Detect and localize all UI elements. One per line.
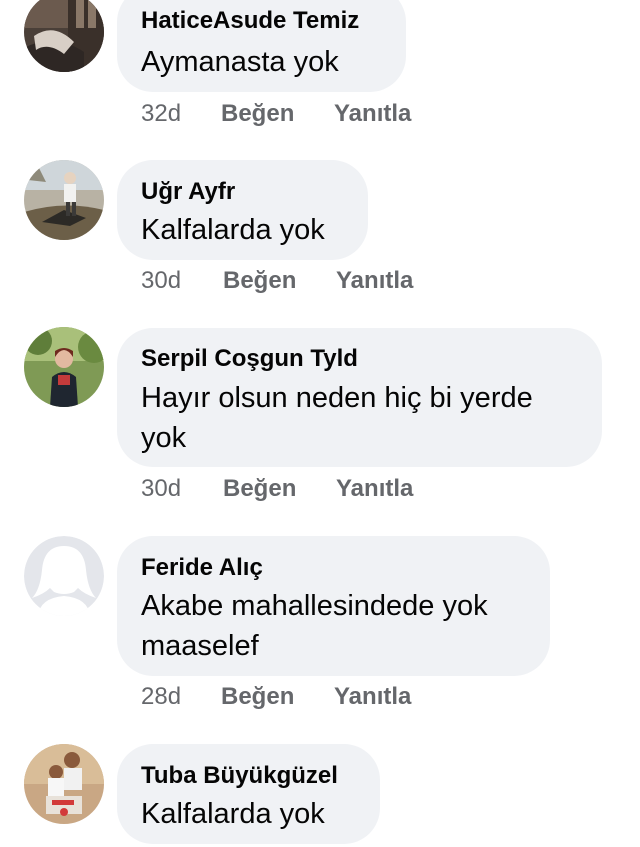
comment-text: Aymanasta yok [141,46,339,78]
like-button[interactable]: Beğen [221,100,294,128]
like-button[interactable]: Beğen [223,267,296,295]
like-button[interactable]: Beğen [221,683,294,711]
reply-button[interactable]: Yanıtla [334,683,411,711]
comment-bubble: HaticeAsude Temiz Aymanasta yok [117,0,406,92]
reply-button[interactable]: Yanıtla [336,267,413,295]
comment-text: Kalfalarda yok [141,798,325,830]
comment-age[interactable]: 32d [141,100,181,128]
avatar[interactable] [24,160,104,240]
reply-button[interactable]: Yanıtla [334,100,411,128]
comment-age[interactable]: 28d [141,683,181,711]
avatar[interactable] [24,744,104,824]
profile-photo-icon [24,744,104,824]
avatar[interactable] [24,536,104,616]
comment-author[interactable]: HaticeAsude Temiz [141,7,359,35]
profile-photo-icon [24,327,104,407]
like-button[interactable]: Beğen [223,475,296,503]
profile-photo-icon [24,160,104,240]
comment-bubble: Serpil Coşgun Tyld Hayır olsun neden hiç… [117,328,602,467]
comment-age[interactable]: 30d [141,475,181,503]
avatar[interactable] [24,0,104,72]
comment-bubble: Feride Alıç Akabe mahallesindede yok maa… [117,536,550,676]
reply-button[interactable]: Yanıtla [336,475,413,503]
profile-photo-icon [24,0,104,72]
comment-author[interactable]: Feride Alıç [141,554,263,582]
comment-author[interactable]: Tuba Büyükgüzel [141,762,338,790]
comment-bubble: Tuba Büyükgüzel Kalfalarda yok [117,744,380,844]
comment-author[interactable]: Serpil Coşgun Tyld [141,345,358,373]
comment-text: Kalfalarda yok [141,214,325,246]
comment-text: Hayır olsun neden hiç bi yerde yok [141,382,533,454]
comment-age[interactable]: 30d [141,267,181,295]
comment-bubble: Uğr Ayfr Kalfalarda yok [117,160,368,260]
default-avatar-icon [24,536,104,616]
comment-text: Akabe mahallesindede yok maaselef [141,590,488,662]
avatar[interactable] [24,327,104,407]
comment-author[interactable]: Uğr Ayfr [141,178,235,206]
